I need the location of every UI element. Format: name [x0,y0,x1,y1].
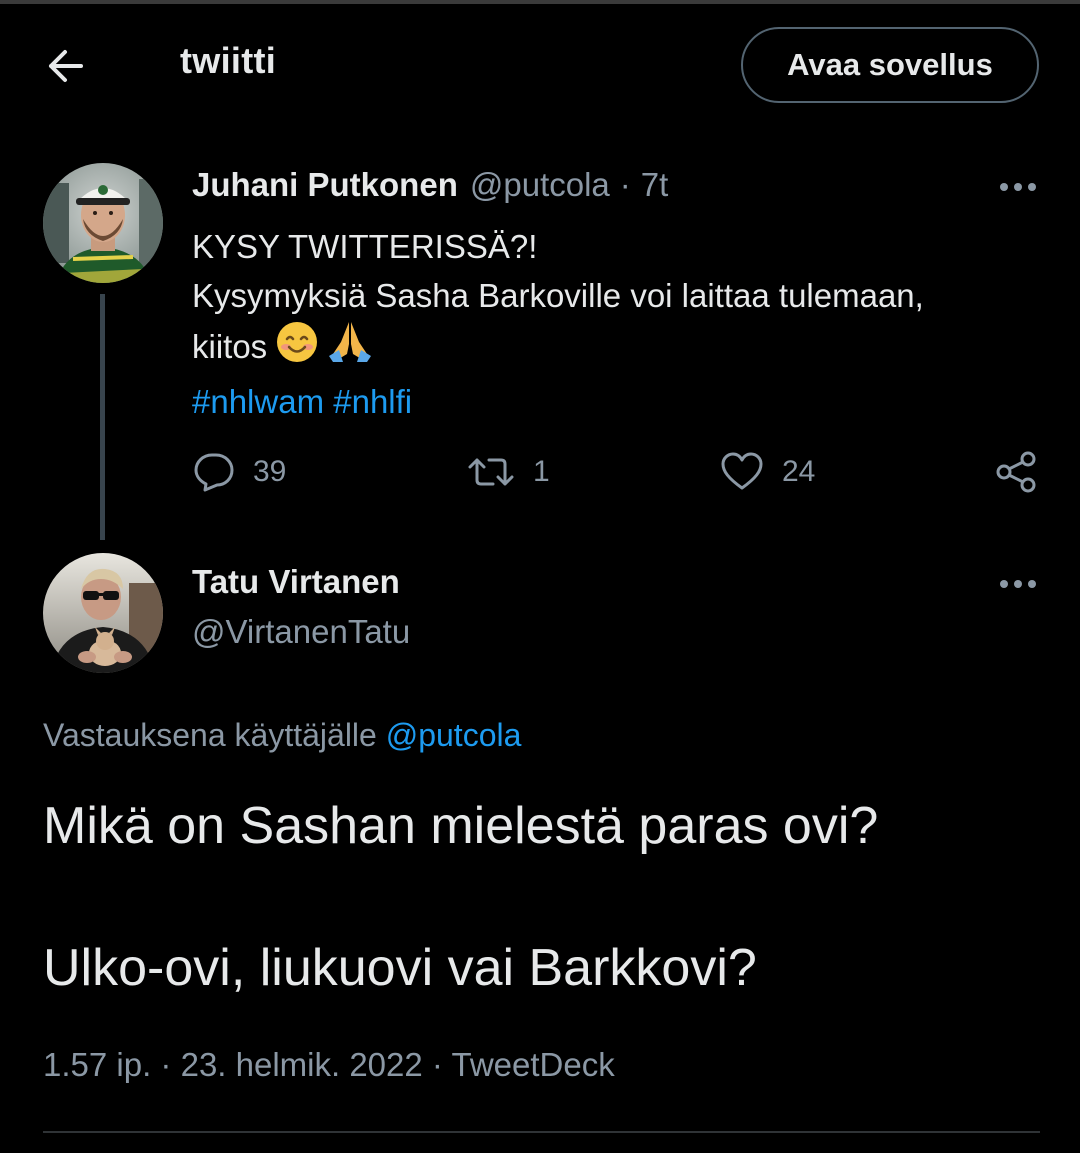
reply-source[interactable]: TweetDeck [452,1046,615,1083]
retweet-icon [468,458,514,486]
tweet-text: KYSY TWITTERISSÄ?! Kysymyksiä Sasha Bark… [192,222,1032,426]
thread-connector-line [100,294,105,540]
avatar-juhani[interactable] [43,163,163,283]
header-bar: twiitti Avaa sovellus [0,4,1080,124]
reply-context: Vastauksena käyttäjälle @putcola [43,717,521,754]
reply-metadata: 1.57 ip. · 23. helmik. 2022 · TweetDeck [43,1046,615,1084]
tweet-author-handle[interactable]: @putcola [470,166,610,204]
reply-bubble-icon [194,453,234,492]
hashtag-link[interactable]: #nhlfi [333,383,412,420]
tweet-hashtags: #nhlwam #nhlfi [192,377,1032,426]
retweet-button[interactable]: 1 [467,448,550,496]
meta-separator: · [160,1046,172,1083]
divider [43,1131,1040,1133]
reply-count: 39 [253,455,287,488]
share-button[interactable] [995,448,1039,496]
reply-date[interactable]: 23. helmik. 2022 [181,1046,423,1083]
like-count: 24 [782,455,816,488]
avatar-tatu[interactable] [43,553,163,673]
more-horizontal-icon [1000,580,1036,588]
tweet-more-button[interactable] [996,172,1040,202]
like-button[interactable]: 24 [720,448,815,496]
page-title: twiitti [180,40,277,81]
tweet-text-line: Kysymyksiä Sasha Barkoville voi laittaa … [192,277,924,314]
tweet-time[interactable]: 7t [641,166,669,204]
arrow-left-icon [49,50,83,82]
meta-separator: · [431,1046,443,1083]
reply-context-mention[interactable]: @putcola [386,717,522,753]
reply-author-name[interactable]: Tatu Virtanen [192,563,400,601]
open-app-button[interactable]: Avaa sovellus [741,27,1039,103]
retweet-count: 1 [533,455,550,488]
share-icon [996,451,1036,493]
folded-hands-icon [327,320,373,377]
tweet-author-name[interactable]: Juhani Putkonen [192,166,458,204]
reply-button[interactable]: 39 [193,448,286,496]
tweet-text-line: kiitos [192,328,268,365]
tweet-time-separator: · [619,166,631,203]
reply-time[interactable]: 1.57 ip. [43,1046,151,1083]
heart-icon [721,452,763,490]
smiling-face-icon [275,320,319,377]
reply-context-prefix: Vastauksena käyttäjälle [43,717,377,753]
reply-author-handle[interactable]: @VirtanenTatu [192,613,410,651]
back-button[interactable] [40,44,90,88]
reply-text-line: Mikä on Sashan mielestä paras ovi? [43,797,879,855]
tweet-text-line-with-emoji: kiitos [192,320,1032,377]
reply-text-line: Ulko-ovi, liukuovi vai Barkkovi? [43,939,757,997]
avatar-image [43,553,163,673]
tweet-author-row: Juhani Putkonen @putcola · 7t [192,166,668,208]
hashtag-link[interactable]: #nhlwam [192,383,324,420]
more-horizontal-icon [1000,183,1036,191]
avatar-image [43,163,163,283]
tweet-text-line: KYSY TWITTERISSÄ?! [192,228,538,265]
reply-more-button[interactable] [996,569,1040,599]
